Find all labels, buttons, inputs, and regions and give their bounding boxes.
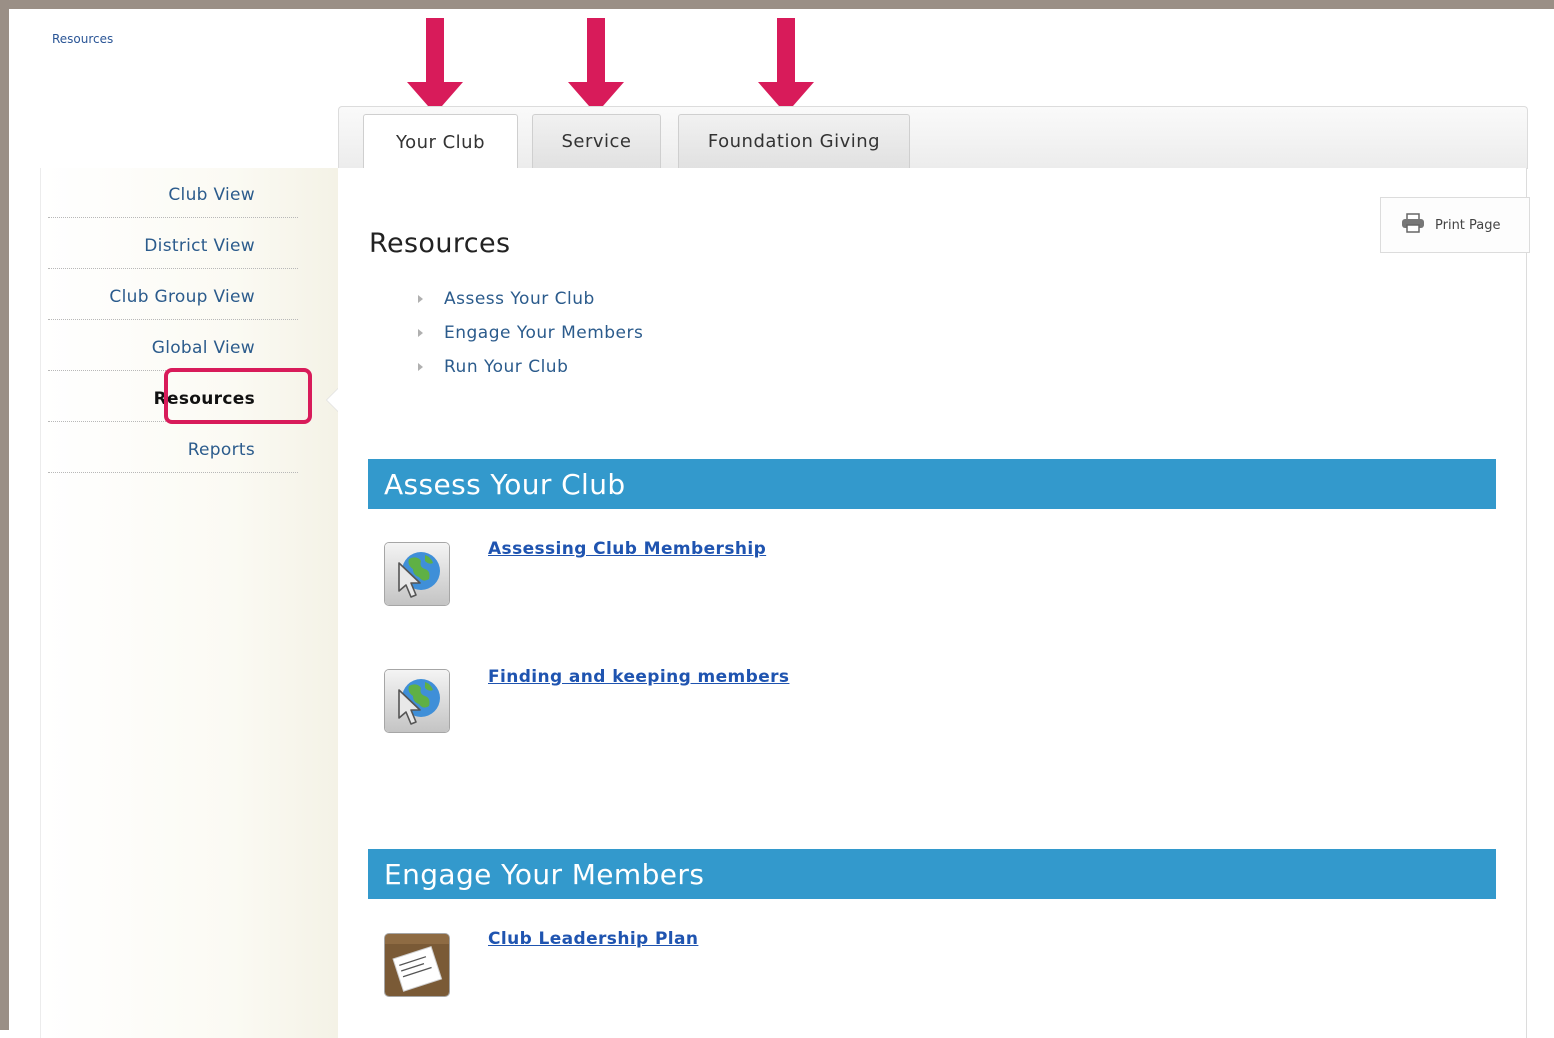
section-header-engage-your-members: Engage Your Members	[368, 849, 1496, 899]
link-club-leadership-plan[interactable]: Club Leadership Plan	[488, 929, 698, 949]
toc-item: Run Your Club	[418, 350, 643, 384]
table-of-contents: Assess Your Club Engage Your Members Run…	[418, 282, 643, 384]
annotation-arrow-icon	[758, 18, 814, 114]
toc-link-run-your-club[interactable]: Run Your Club	[444, 357, 568, 377]
sidebar-item-club-group-view[interactable]: Club Group View	[48, 270, 298, 320]
toc-link-assess-your-club[interactable]: Assess Your Club	[444, 289, 595, 309]
link-assessing-club-membership[interactable]: Assessing Club Membership	[488, 539, 766, 559]
printer-icon	[1401, 213, 1425, 237]
tab-foundation-giving[interactable]: Foundation Giving	[678, 114, 910, 168]
toc-link-engage-your-members[interactable]: Engage Your Members	[444, 323, 643, 343]
sidebar-pointer-icon	[326, 388, 338, 412]
web-link-icon	[384, 542, 450, 606]
tab-your-club[interactable]: Your Club	[363, 114, 518, 170]
toc-item: Engage Your Members	[418, 316, 643, 350]
toc-item: Assess Your Club	[418, 282, 643, 316]
frame-top-border	[0, 0, 1554, 9]
annotation-arrow-icon	[568, 18, 624, 114]
sidebar-item-district-view[interactable]: District View	[48, 219, 298, 269]
triangle-right-icon	[418, 329, 423, 337]
frame-left-border	[0, 0, 9, 1030]
sidebar-item-reports[interactable]: Reports	[48, 423, 298, 473]
print-page-label: Print Page	[1435, 217, 1501, 233]
link-finding-and-keeping-members[interactable]: Finding and keeping members	[488, 667, 789, 687]
triangle-right-icon	[418, 295, 423, 303]
page-title: Resources	[369, 228, 511, 259]
breadcrumb[interactable]: Resources	[52, 32, 113, 46]
sidebar-item-global-view[interactable]: Global View	[48, 321, 298, 371]
sidebar-item-club-view[interactable]: Club View	[48, 168, 298, 218]
triangle-right-icon	[418, 363, 423, 371]
web-link-icon	[384, 669, 450, 733]
print-page-button[interactable]: Print Page	[1380, 197, 1530, 253]
annotation-highlight-box	[164, 368, 312, 424]
tab-service[interactable]: Service	[532, 114, 661, 168]
document-icon	[384, 933, 450, 997]
section-header-assess-your-club: Assess Your Club	[368, 459, 1496, 509]
annotation-arrow-icon	[407, 18, 463, 114]
